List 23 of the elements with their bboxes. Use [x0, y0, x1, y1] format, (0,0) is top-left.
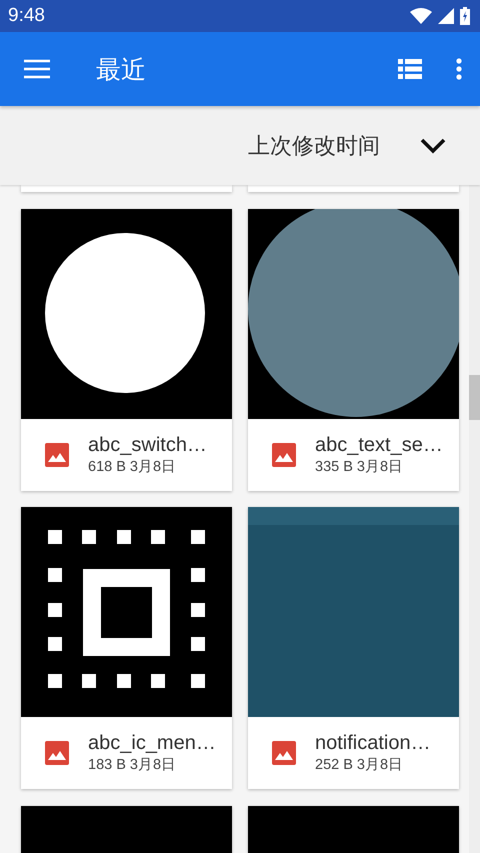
file-details: 335 B 3月8日: [315, 458, 404, 476]
file-details: 618 B 3月8日: [88, 458, 178, 476]
file-details: 183 B 3月8日: [88, 756, 178, 775]
menu-button[interactable]: [24, 59, 50, 79]
image-file-icon: [272, 442, 296, 466]
signal-icon: [438, 8, 454, 24]
image-file-icon: [45, 741, 69, 765]
file-name: abc_ic_men…: [88, 731, 216, 755]
screen-title: 最近: [96, 54, 147, 86]
clock-time: 9:48: [8, 5, 46, 27]
scrollbar-thumb[interactable]: [469, 375, 480, 420]
file-details: 252 B 3月8日: [315, 756, 404, 775]
chevron-down-icon[interactable]: [420, 138, 446, 154]
sort-option-button[interactable]: 上次修改时间: [248, 130, 380, 160]
image-file-icon: [45, 442, 69, 466]
image-file-icon: [272, 741, 296, 765]
file-name: notification…: [315, 731, 431, 755]
battery-icon: [460, 7, 470, 25]
list-view-button[interactable]: [398, 59, 422, 79]
more-options-button[interactable]: [456, 58, 462, 80]
file-name: abc_switch…: [88, 432, 207, 456]
file-name: abc_text_se…: [315, 432, 443, 456]
wifi-icon: [410, 8, 432, 24]
